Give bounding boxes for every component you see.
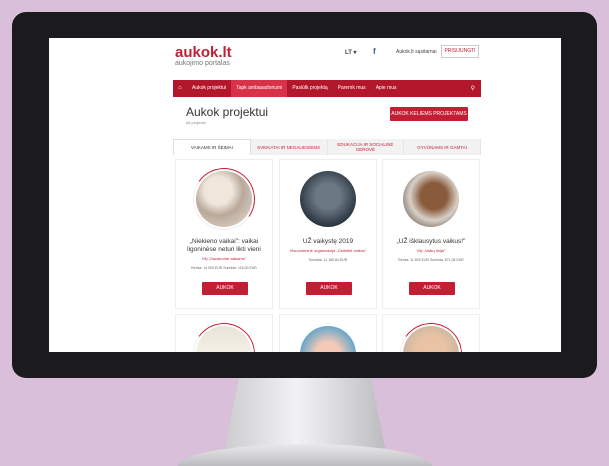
project-card[interactable]: „UŽ išklausytus vaikus!" VšĮ „Vaikų lini… xyxy=(382,159,480,309)
language-selector[interactable]: LT ▾ xyxy=(345,49,357,56)
project-stats: Surinkta: 11 180,84 EUR xyxy=(308,258,348,262)
project-title[interactable]: „UŽ išklausytus vaikus!" xyxy=(387,238,475,246)
monitor-stand-neck xyxy=(224,378,386,448)
project-title[interactable]: „Niekieno vaikai": vaikai ligoninėse net… xyxy=(180,238,268,254)
project-card[interactable]: „Niekieno vaikai": vaikai ligoninėse net… xyxy=(175,159,273,309)
page-title: Aukok projektui xyxy=(186,105,269,119)
project-photo xyxy=(300,171,356,227)
main-nav: ⌂ Aukok projektui Tapk ambasadoriumi Pas… xyxy=(173,80,481,97)
home-icon[interactable]: ⌂ xyxy=(173,80,187,97)
tab-animals[interactable]: GYVŪNAMS IR GAMTAI xyxy=(404,139,481,155)
project-organization: Visuomeninė organizacija „Gelbėkit vaiku… xyxy=(289,248,367,253)
nav-item-support[interactable]: Paremk mus xyxy=(333,80,371,97)
tab-family[interactable]: VAIKAMS IR ŠEIMAI xyxy=(173,139,251,155)
project-photo xyxy=(300,326,356,352)
login-button[interactable]: PRISIJUNGTI xyxy=(441,45,479,58)
site-header: aukok.lt aukojimo portalas LT ▾ f Aukok.… xyxy=(49,38,561,72)
project-stats: Remia: 14 000 EUR Surinkta: 118,00 EUR xyxy=(191,266,257,270)
tab-health[interactable]: SVEIKATAI IR NEGALIESIEMS xyxy=(250,139,328,155)
project-card[interactable] xyxy=(175,314,273,352)
donate-button[interactable]: AUKOK xyxy=(202,282,248,295)
donate-all-button[interactable]: AUKOK KELIEMS PROJEKTAMS xyxy=(390,107,468,121)
project-title[interactable]: UŽ vaikystę 2019 xyxy=(284,238,372,246)
project-organization: VšĮ „Savanoriai vaikams" xyxy=(201,256,247,261)
project-card[interactable] xyxy=(382,314,480,352)
project-photo xyxy=(196,171,252,227)
nav-item-ambassador[interactable]: Tapk ambasadoriumi xyxy=(231,80,288,97)
project-photo xyxy=(403,171,459,227)
nav-item-suggest[interactable]: Pasiūlk projektą xyxy=(287,80,332,97)
nav-item-projects[interactable]: Aukok projektui xyxy=(187,80,231,97)
site-tagline: aukojimo portalas xyxy=(175,60,230,67)
project-stats: Remia: 11 800 EUR Surinkta: 871,06 EUR xyxy=(398,258,464,262)
project-card[interactable] xyxy=(279,314,377,352)
nav-item-about[interactable]: Apie mus xyxy=(371,80,402,97)
browser-screen: aukok.lt aukojimo portalas LT ▾ f Aukok.… xyxy=(49,38,561,352)
facebook-icon[interactable]: f xyxy=(373,47,376,56)
breadcrumb: All projects xyxy=(186,120,206,125)
project-organization: VšĮ „Vaikų linija" xyxy=(416,248,446,253)
header-link[interactable]: Aukok.lt sąsitarnai xyxy=(396,49,437,55)
site-logo[interactable]: aukok.lt xyxy=(175,44,232,61)
tab-education[interactable]: EDUKACIJA IR SOCIALINĖ GEROVĖ xyxy=(327,139,405,155)
monitor-stand-base xyxy=(178,444,432,466)
monitor-frame: aukok.lt aukojimo portalas LT ▾ f Aukok.… xyxy=(12,12,597,378)
project-card[interactable]: UŽ vaikystę 2019 Visuomeninė organizacij… xyxy=(279,159,377,309)
search-icon[interactable]: ⚲ xyxy=(471,85,481,92)
category-tabs: VAIKAMS IR ŠEIMAI SVEIKATAI IR NEGALIESI… xyxy=(173,139,481,155)
donate-button[interactable]: AUKOK xyxy=(306,282,352,295)
donate-button[interactable]: AUKOK xyxy=(409,282,455,295)
